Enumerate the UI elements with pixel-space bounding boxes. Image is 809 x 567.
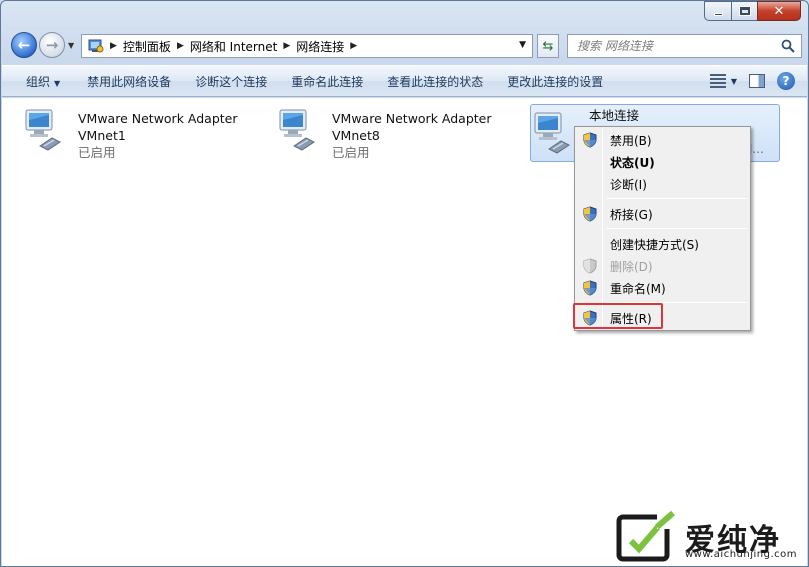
command-bar: 组织 ▼ 禁用此网络设备 诊断这个连接 重命名此连接 查看此连接的状态 更改此连接… [2,65,807,97]
uac-shield-icon [583,206,597,222]
menu-item-delete: 删除(D) [577,255,748,277]
breadcrumb-arrow-icon[interactable]: ▶ [283,41,290,51]
breadcrumb-network-connections[interactable]: 网络连接 [296,38,344,55]
refresh-button[interactable]: ⇆ [537,34,559,58]
menu-item-label: 重命名(M) [610,281,666,296]
minimize-button[interactable] [704,1,731,21]
search-icon[interactable] [781,39,795,56]
back-button[interactable]: ← [11,32,37,58]
adapter-status: 已启用 [78,145,116,160]
navigation-bar: ← → ▼ ▶ 控制面板 ▶ 网络和 Internet ▶ 网络连接 ▶ ▼ ⇆ [9,32,802,60]
close-button[interactable]: ✕ [757,1,801,21]
menu-item-bridge[interactable]: 桥接(G) [577,203,748,225]
network-adapter-icon [279,109,315,151]
dropdown-arrow-icon: ▼ [54,78,61,88]
menu-item-rename[interactable]: 重命名(M) [577,277,748,299]
menu-item-label: 桥接(G) [610,207,653,222]
menu-item-status[interactable]: 状态(U) [577,151,748,173]
breadcrumb-arrow-icon[interactable]: ▶ [350,41,357,51]
organize-menu-button[interactable]: 组织 ▼ [2,73,75,90]
diagnose-connection-button[interactable]: 诊断这个连接 [183,73,279,90]
adapter-status: 已启用 [332,145,370,160]
adapter-name: VMware Network Adapter [332,111,492,126]
uac-shield-icon [583,258,597,274]
adapter-name: 本地连接 [589,108,640,123]
menu-item-label: 创建快捷方式(S) [610,237,699,252]
menu-separator [606,198,747,199]
menu-item-label: 禁用(B) [610,133,652,148]
menu-item-diagnose[interactable]: 诊断(I) [577,173,748,195]
change-settings-button[interactable]: 更改此连接的设置 [495,73,615,90]
address-dropdown-icon[interactable]: ▼ [519,40,526,50]
watermark-logo-icon [616,511,677,562]
adapter-device: VMnet1 [78,128,126,143]
breadcrumb-arrow-icon[interactable]: ▶ [177,41,184,51]
search-input[interactable] [577,39,767,53]
adapter-device: VMnet8 [332,128,380,143]
search-box[interactable] [567,34,802,58]
breadcrumb-network-internet[interactable]: 网络和 Internet [190,38,277,55]
menu-item-label: 诊断(I) [610,177,647,192]
arrow-right-icon: → [45,36,59,54]
menu-separator [606,228,747,229]
network-adapter-icon [534,112,570,154]
arrow-left-icon: ← [17,36,31,54]
menu-item-label: 状态(U) [610,155,655,170]
close-icon: ✕ [773,3,785,19]
breadcrumb-control-panel[interactable]: 控制面板 [123,38,171,55]
uac-shield-icon [583,280,597,296]
maximize-icon [738,6,751,16]
rename-connection-button[interactable]: 重命名此连接 [279,73,375,90]
views-icon [709,74,726,88]
maximize-button[interactable] [731,1,757,21]
change-view-button[interactable]: ▼ [709,74,737,88]
properties-highlight-annotation [573,303,663,329]
forward-button[interactable]: → [39,32,65,58]
disable-device-button[interactable]: 禁用此网络设备 [75,73,183,90]
help-icon[interactable]: ? [777,72,795,90]
context-menu: 禁用(B) 状态(U) 诊断(I) 桥接(G) 创建快捷方式(S) 删除(D) … [574,126,751,331]
address-bar[interactable]: ▶ 控制面板 ▶ 网络和 Internet ▶ 网络连接 ▶ ▼ [81,34,533,58]
menu-item-disable[interactable]: 禁用(B) [577,129,748,151]
network-adapter-icon [25,109,61,151]
control-panel-icon [88,38,104,54]
menu-item-label: 删除(D) [610,259,653,274]
caption-buttons: ✕ [704,1,801,21]
adapter-name: VMware Network Adapter [78,111,238,126]
breadcrumb-arrow-icon[interactable]: ▶ [110,41,117,51]
refresh-icon: ⇆ [542,38,554,54]
minimize-icon [713,12,723,16]
watermark-url: www.aichunjing.com [685,549,797,560]
preview-pane-icon[interactable] [749,74,765,88]
uac-shield-icon [583,132,597,148]
adapter-vmnet1[interactable]: VMware Network Adapter VMnet1 已启用 [22,102,272,160]
view-controls: ▼ ? [709,72,795,90]
view-status-button[interactable]: 查看此连接的状态 [375,73,495,90]
site-watermark: 爱纯净 www.aichunjing.com [613,509,808,567]
dropdown-arrow-icon: ▼ [730,76,737,86]
history-dropdown-icon[interactable]: ▼ [68,41,74,50]
organize-label: 组织 [26,74,51,89]
menu-item-create-shortcut[interactable]: 创建快捷方式(S) [577,233,748,255]
adapter-vmnet8[interactable]: VMware Network Adapter VMnet8 已启用 [276,102,526,160]
explorer-window: ✕ ← → ▼ ▶ 控制面板 ▶ 网络和 Internet ▶ 网络连接 ▶ ▼ [0,0,809,567]
